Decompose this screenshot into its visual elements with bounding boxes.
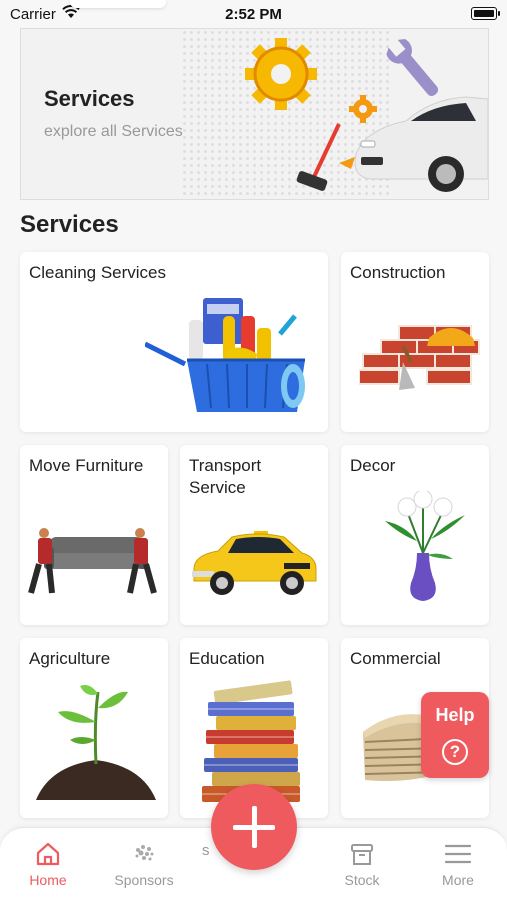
flower-vase-icon [385,491,465,601]
cleaning-basket-icon [145,298,305,412]
service-card-agriculture[interactable]: Agriculture [20,638,168,818]
tab-partial-label: s [202,842,210,859]
service-label: Construction [350,263,446,282]
tab-label: Home [29,872,67,888]
service-label: Move Furniture [29,456,144,475]
service-label: Transport Service [189,456,262,497]
help-label: Help [435,705,475,725]
service-label: Education [189,649,265,668]
movers-sofa-icon [28,528,157,594]
battery-icon [471,7,500,20]
archive-box-icon [351,844,373,865]
tab-more[interactable]: More [413,836,503,896]
mover-left [28,528,55,594]
tab-label: More [442,872,474,888]
tab-stock[interactable]: Stock [317,836,407,896]
small-gear-icon [349,95,377,123]
service-label: Commercial [350,649,441,668]
add-button[interactable] [211,784,297,870]
help-button[interactable]: Help ? [421,692,489,778]
service-card-move-furniture[interactable]: Move Furniture [20,445,168,625]
top-tab-edge [70,0,166,8]
bricks-helmet-icon [359,325,480,390]
menu-icon [444,844,472,864]
home-icon [36,842,60,866]
service-card-decor[interactable]: Decor [341,445,489,625]
service-card-transport[interactable]: Transport Service [180,445,328,625]
service-label: Cleaning Services [29,263,167,282]
taxi-icon [192,531,317,595]
banner-illustration [245,38,488,192]
section-title: Services [20,211,119,238]
tab-label: Sponsors [114,872,174,888]
service-label: Decor [350,456,396,475]
service-card-cleaning[interactable]: Cleaning Services [20,252,328,432]
question-icon: ? [442,739,468,765]
broom-icon [296,123,341,191]
tab-home[interactable]: Home [3,836,93,896]
gear-icon [245,38,317,110]
clock: 2:52 PM [225,6,282,23]
service-card-construction[interactable]: Construction [341,252,489,432]
services-banner[interactable]: Services explore all Services [20,28,489,200]
tab-sponsors[interactable]: Sponsors [99,836,189,896]
tab-label: Stock [344,872,380,888]
service-label: Agriculture [29,649,111,668]
plant-seedling-icon [36,685,156,800]
wrench-icon [386,39,439,97]
sponsors-icon [135,845,154,861]
